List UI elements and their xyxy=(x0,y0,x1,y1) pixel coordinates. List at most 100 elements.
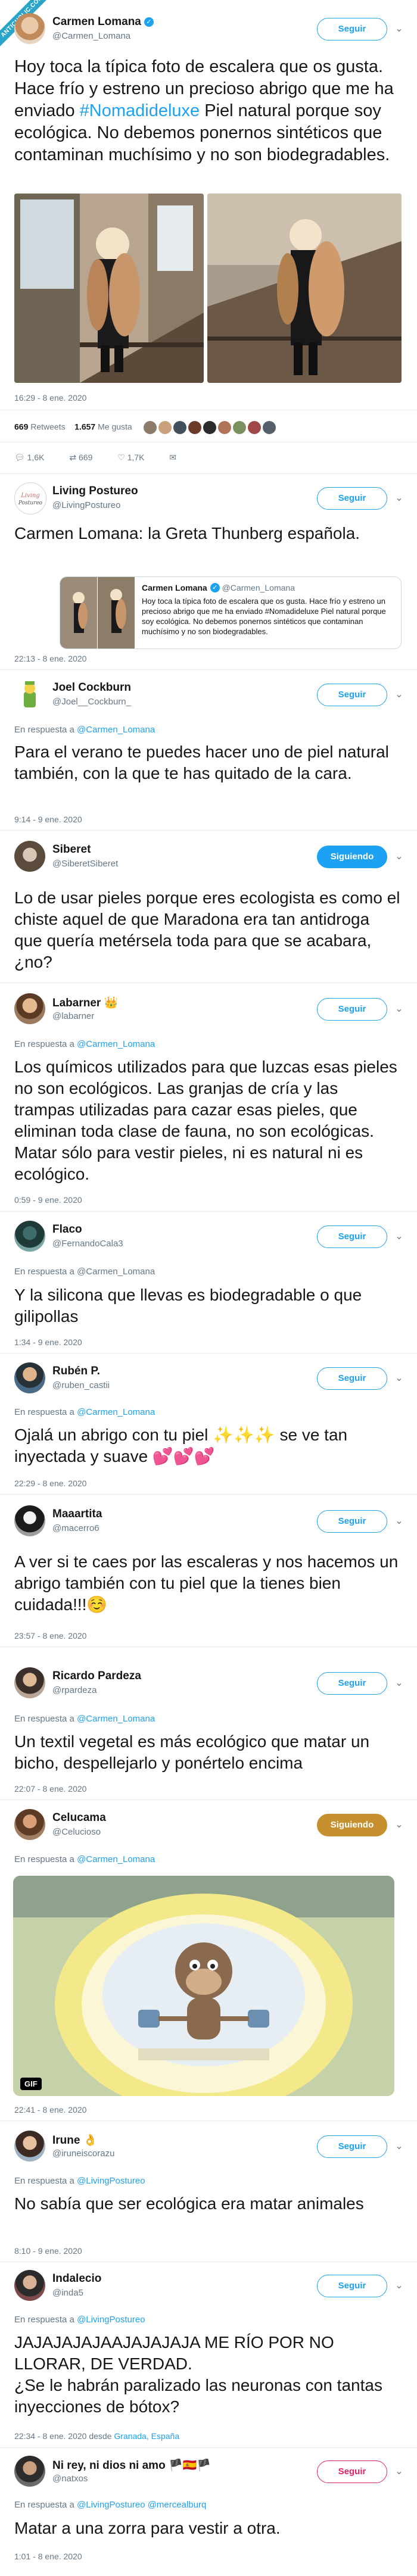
tweet-photo-2[interactable] xyxy=(207,194,402,383)
mention-link[interactable]: @Carmen_Lomana xyxy=(77,1039,155,1049)
tweet-timestamp[interactable]: 16:29 - 8 ene. 2020 xyxy=(14,393,86,403)
user-name[interactable]: Ricardo Pardeza xyxy=(52,1670,141,1683)
user-handle[interactable]: @labarner xyxy=(52,1011,94,1021)
follow-button[interactable]: Seguir xyxy=(317,1367,387,1390)
user-name[interactable]: Living Postureo xyxy=(52,485,138,498)
mention-link[interactable]: @Carmen_Lomana xyxy=(77,1267,155,1277)
dm-button[interactable]: ✉ xyxy=(169,453,176,463)
likes-label[interactable]: Me gusta xyxy=(98,422,132,432)
avatar[interactable] xyxy=(14,1667,45,1698)
avatar[interactable]: Living Postureo xyxy=(14,482,46,514)
user-name[interactable]: Joel Cockburn xyxy=(52,681,131,694)
user-name[interactable]: Rubén P. xyxy=(52,1365,100,1378)
user-handle[interactable]: @SiberetSiberet xyxy=(52,859,118,869)
user-name[interactable]: Indalecio xyxy=(52,2272,101,2285)
gif-media[interactable]: GIF xyxy=(13,1876,394,2096)
tweet-timestamp[interactable]: 22:13 - 8 ene. 2020 xyxy=(14,654,86,663)
quoted-tweet-card[interactable]: Carmen Lomana ✓ @Carmen_Lomana Hoy toca l… xyxy=(60,576,402,649)
chevron-down-icon[interactable]: ⌄ xyxy=(394,1374,404,1383)
avatar[interactable] xyxy=(14,2270,45,2301)
liker-avatar[interactable] xyxy=(158,421,172,434)
chevron-down-icon[interactable]: ⌄ xyxy=(394,1820,404,1830)
chevron-down-icon[interactable]: ⌄ xyxy=(394,494,404,503)
liker-avatar[interactable] xyxy=(203,421,217,434)
avatar[interactable] xyxy=(14,1809,45,1840)
following-button[interactable]: Siguiendo xyxy=(317,846,387,868)
avatar[interactable] xyxy=(14,993,45,1024)
reply-button[interactable]: 💬︎ 1,6K xyxy=(14,453,44,463)
user-name[interactable]: Carmen Lomana ✓ xyxy=(52,15,154,29)
retweet-button[interactable]: ⇄ 669 xyxy=(69,453,92,463)
chevron-down-icon[interactable]: ⌄ xyxy=(394,2467,404,2477)
chevron-down-icon[interactable]: ⌄ xyxy=(394,2142,404,2151)
avatar[interactable] xyxy=(14,841,45,872)
follow-button[interactable]: Seguir xyxy=(317,18,387,40)
user-handle[interactable]: @Joel__Cockburn_ xyxy=(52,697,131,707)
like-button[interactable]: ♡ 1,7K xyxy=(117,453,144,463)
mention-link[interactable]: @Carmen_Lomana xyxy=(77,725,155,735)
follow-button[interactable]: Seguir xyxy=(317,684,387,706)
hashtag-link[interactable]: #Nomadideluxe xyxy=(80,101,200,120)
user-handle[interactable]: @iruneiscorazu xyxy=(52,2148,114,2159)
liker-avatar[interactable] xyxy=(248,421,262,434)
chevron-down-icon[interactable]: ⌄ xyxy=(394,1005,404,1014)
chevron-down-icon[interactable]: ⌄ xyxy=(394,2281,404,2291)
tweet-timestamp[interactable]: 1:01 - 8 ene. 2020 xyxy=(14,2552,82,2561)
follow-button[interactable]: Seguir xyxy=(317,2460,387,2483)
follow-button[interactable]: Seguir xyxy=(317,998,387,1021)
following-button[interactable]: Siguiendo xyxy=(317,1814,387,1836)
chevron-down-icon[interactable]: ⌄ xyxy=(394,690,404,700)
user-name[interactable]: Ni rey, ni dios ni amo 🏴🇪🇸🏴 xyxy=(52,2458,211,2472)
user-handle[interactable]: @rpardeza xyxy=(52,1685,97,1695)
user-handle[interactable]: @ruben_castii xyxy=(52,1380,110,1390)
user-handle[interactable]: @Carmen_Lomana xyxy=(52,31,130,41)
follow-button[interactable]: Seguir xyxy=(317,1672,387,1695)
user-handle[interactable]: @LivingPostureo xyxy=(52,500,120,510)
chevron-down-icon[interactable]: ⌄ xyxy=(394,24,404,34)
user-name[interactable]: Irune 👌 xyxy=(52,2133,97,2147)
location-link[interactable]: Granada, España xyxy=(114,2431,179,2441)
avatar[interactable] xyxy=(14,2131,45,2162)
chevron-down-icon[interactable]: ⌄ xyxy=(394,1232,404,1242)
mention-link[interactable]: @Carmen_Lomana xyxy=(77,1407,155,1417)
follow-button[interactable]: Seguir xyxy=(317,487,387,510)
user-name[interactable]: Celucama xyxy=(52,1811,106,1825)
avatar[interactable] xyxy=(14,1505,45,1536)
tweet-timestamp[interactable]: 9:14 - 9 ene. 2020 xyxy=(14,815,82,824)
mention-link[interactable]: @Carmen_Lomana xyxy=(77,1854,155,1864)
tweet-timestamp[interactable]: 1:34 - 9 ene. 2020 xyxy=(14,1337,82,1347)
tweet-timestamp[interactable]: 8:10 - 9 ene. 2020 xyxy=(14,2246,82,2256)
user-name[interactable]: Flaco xyxy=(52,1223,82,1236)
follow-button[interactable]: Seguir xyxy=(317,1225,387,1248)
user-handle[interactable]: @inda5 xyxy=(52,2288,83,2298)
follow-button[interactable]: Seguir xyxy=(317,2135,387,2158)
liker-avatar[interactable] xyxy=(263,421,276,434)
liker-avatar[interactable] xyxy=(173,421,187,434)
mention-link[interactable]: @Carmen_Lomana xyxy=(77,1714,155,1724)
user-name[interactable]: Maaartita xyxy=(52,1508,102,1521)
user-handle[interactable]: @natxos xyxy=(52,2474,88,2484)
tweet-timestamp[interactable]: 23:57 - 8 ene. 2020 xyxy=(14,1631,86,1641)
avatar[interactable] xyxy=(14,1221,45,1252)
retweet-count[interactable]: 669 xyxy=(14,422,28,432)
avatar[interactable] xyxy=(14,2456,45,2487)
like-count[interactable]: 1.657 xyxy=(74,422,95,432)
chevron-down-icon[interactable]: ⌄ xyxy=(394,852,404,862)
mention-link[interactable]: @LivingPostureo xyxy=(77,2315,145,2325)
user-name[interactable]: Siberet xyxy=(52,843,91,856)
follow-button[interactable]: Seguir xyxy=(317,1510,387,1533)
chevron-down-icon[interactable]: ⌄ xyxy=(394,1517,404,1526)
tweet-timestamp[interactable]: 22:29 - 8 ene. 2020 xyxy=(14,1479,86,1488)
liker-avatar[interactable] xyxy=(188,421,202,434)
follow-button[interactable]: Seguir xyxy=(317,2275,387,2297)
liker-avatar[interactable] xyxy=(218,421,232,434)
mention-link[interactable]: @LivingPostureo xyxy=(77,2176,145,2186)
user-handle[interactable]: @FernandoCala3 xyxy=(52,1239,123,1249)
retweets-label[interactable]: Retweets xyxy=(30,422,65,432)
chevron-down-icon[interactable]: ⌄ xyxy=(394,1679,404,1688)
user-name[interactable]: Labarner 👑 xyxy=(52,996,118,1010)
tweet-timestamp[interactable]: 0:59 - 9 ene. 2020 xyxy=(14,1195,82,1205)
liker-avatar[interactable] xyxy=(233,421,247,434)
avatar[interactable] xyxy=(14,13,45,44)
user-handle[interactable]: @macerro6 xyxy=(52,1523,99,1533)
